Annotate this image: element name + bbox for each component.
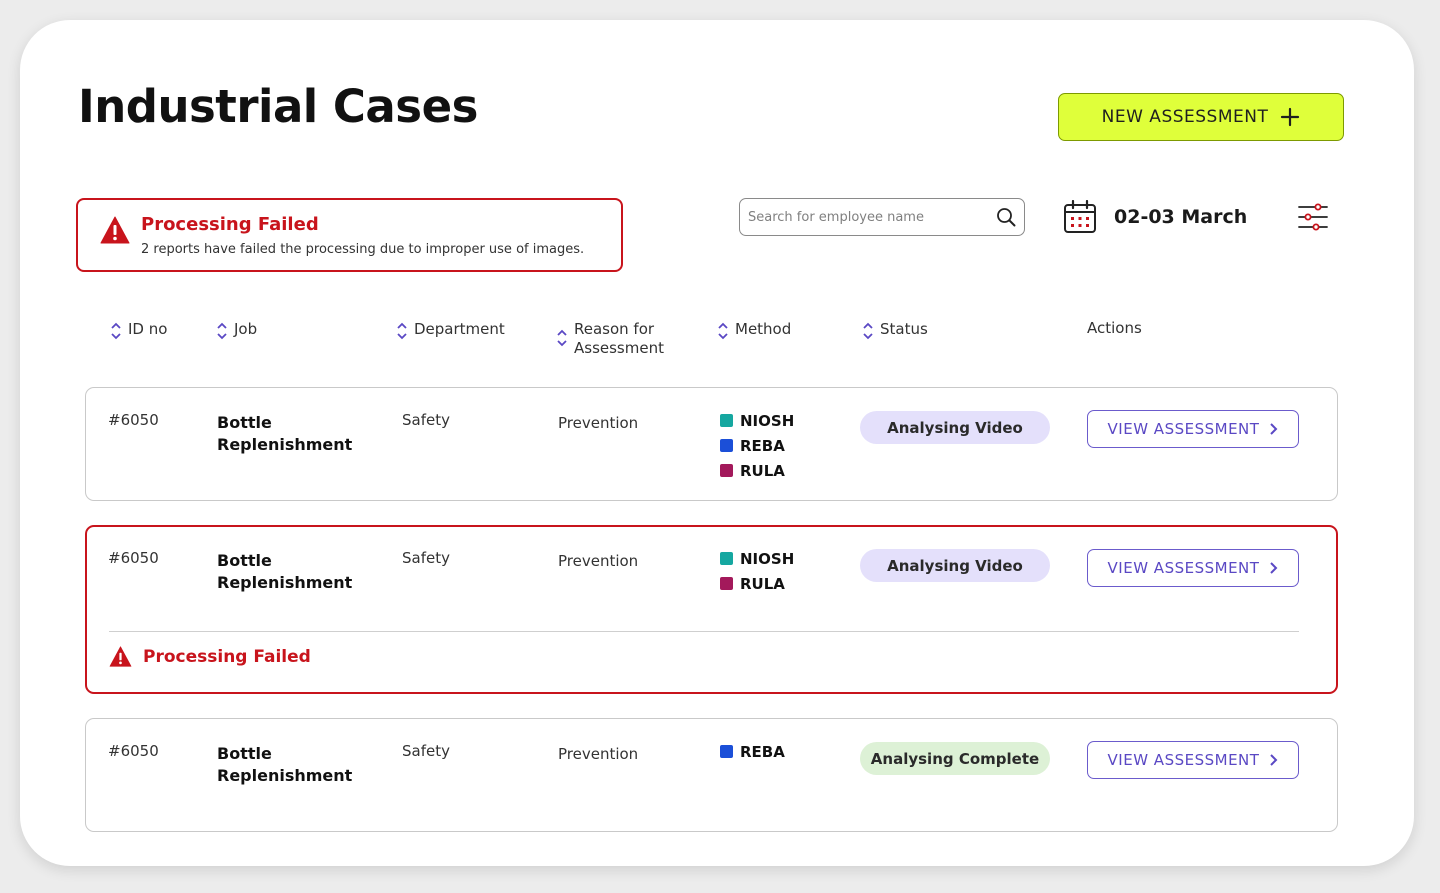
row-job-line1: Bottle xyxy=(217,551,272,570)
method-tag-reba: REBA xyxy=(720,739,785,764)
row-job-line2: Replenishment xyxy=(217,766,353,785)
method-tag-rula: RULA xyxy=(720,458,794,483)
new-assessment-button[interactable]: NEW ASSESSMENT xyxy=(1058,93,1344,141)
row-department: Safety xyxy=(402,742,450,760)
row-methods: NIOSH RULA xyxy=(720,546,794,596)
method-label: REBA xyxy=(740,436,785,455)
plus-icon xyxy=(1281,107,1300,127)
column-header-method-label: Method xyxy=(735,320,792,338)
method-label: NIOSH xyxy=(740,411,795,430)
column-header-status-label: Status xyxy=(880,320,928,338)
niosh-color-swatch xyxy=(720,552,733,565)
reba-color-swatch xyxy=(720,745,733,758)
view-assessment-button[interactable]: VIEW ASSESSMENT xyxy=(1087,741,1299,779)
search-box[interactable] xyxy=(739,198,1025,236)
sort-icon[interactable] xyxy=(556,329,568,347)
column-header-reason[interactable]: Reason for Assessment xyxy=(556,320,664,358)
rula-color-swatch xyxy=(720,464,733,477)
column-header-job[interactable]: Job xyxy=(216,320,257,340)
row-id: #6050 xyxy=(108,742,159,760)
processing-failed-alert: Processing Failed 2 reports have failed … xyxy=(76,198,623,272)
date-range-picker[interactable]: 02-03 March xyxy=(1063,200,1247,234)
niosh-color-swatch xyxy=(720,414,733,427)
column-header-id-label: ID no xyxy=(128,320,168,338)
column-header-job-label: Job xyxy=(234,320,258,338)
warning-icon xyxy=(109,646,132,667)
rula-color-swatch xyxy=(720,577,733,590)
table-row: #6050 Bottle Replenishment Safety Preven… xyxy=(85,387,1338,501)
method-tag-rula: RULA xyxy=(720,571,794,596)
date-range-text: 02-03 March xyxy=(1114,206,1248,228)
method-label: RULA xyxy=(740,574,785,593)
method-tag-niosh: NIOSH xyxy=(720,546,794,571)
view-assessment-label: VIEW ASSESSMENT xyxy=(1107,751,1260,769)
chevron-right-icon xyxy=(1270,754,1278,766)
table-row-failed: #6050 Bottle Replenishment Safety Preven… xyxy=(85,525,1338,694)
method-label: NIOSH xyxy=(740,549,795,568)
calendar-icon[interactable] xyxy=(1063,200,1097,234)
reba-color-swatch xyxy=(720,439,733,452)
chevron-right-icon xyxy=(1270,423,1278,435)
row-job: Bottle Replenishment xyxy=(217,743,352,787)
row-error-text: Processing Failed xyxy=(143,646,311,667)
method-tag-reba: REBA xyxy=(720,433,794,458)
sort-icon[interactable] xyxy=(216,322,228,340)
row-id: #6050 xyxy=(108,411,159,429)
status-badge: Analysing Complete xyxy=(860,742,1050,775)
method-label: REBA xyxy=(740,742,785,761)
alert-message: 2 reports have failed the processing due… xyxy=(141,242,585,257)
row-methods: NIOSH REBA RULA xyxy=(720,408,794,483)
view-assessment-button[interactable]: VIEW ASSESSMENT xyxy=(1087,410,1299,448)
row-error-message: Processing Failed xyxy=(109,646,311,667)
method-label: RULA xyxy=(740,461,785,480)
search-icon[interactable] xyxy=(996,207,1016,227)
row-job: Bottle Replenishment xyxy=(217,550,352,594)
view-assessment-label: VIEW ASSESSMENT xyxy=(1107,559,1260,577)
row-reason: Prevention xyxy=(558,552,639,570)
row-job-line1: Bottle xyxy=(217,413,272,432)
row-job: Bottle Replenishment xyxy=(217,412,352,456)
row-job-line2: Replenishment xyxy=(217,435,353,454)
view-assessment-button[interactable]: VIEW ASSESSMENT xyxy=(1087,549,1299,587)
row-department: Safety xyxy=(402,411,450,429)
column-header-method[interactable]: Method xyxy=(717,320,791,340)
column-header-department[interactable]: Department xyxy=(396,320,505,340)
search-input[interactable] xyxy=(748,209,996,225)
row-methods: REBA xyxy=(720,739,785,764)
column-header-status[interactable]: Status xyxy=(862,320,928,340)
row-job-line2: Replenishment xyxy=(217,573,353,592)
column-header-actions-label: Actions xyxy=(1087,319,1142,337)
sort-icon[interactable] xyxy=(396,322,408,340)
chevron-right-icon xyxy=(1270,562,1278,574)
column-header-actions: Actions xyxy=(1087,319,1142,338)
row-department: Safety xyxy=(402,549,450,567)
row-id: #6050 xyxy=(108,549,159,567)
method-tag-niosh: NIOSH xyxy=(720,408,794,433)
warning-icon xyxy=(100,216,130,244)
filter-sliders-icon[interactable] xyxy=(1297,203,1329,231)
new-assessment-label: NEW ASSESSMENT xyxy=(1101,107,1269,127)
column-header-id[interactable]: ID no xyxy=(110,320,167,340)
view-assessment-label: VIEW ASSESSMENT xyxy=(1107,420,1260,438)
sort-icon[interactable] xyxy=(717,322,729,340)
column-header-reason-line2: Assessment xyxy=(574,339,664,357)
status-badge: Analysing Video xyxy=(860,411,1050,444)
table-row: #6050 Bottle Replenishment Safety Preven… xyxy=(85,718,1338,832)
column-header-reason-line1: Reason for xyxy=(574,320,655,338)
alert-title: Processing Failed xyxy=(141,214,319,235)
sort-icon[interactable] xyxy=(862,322,874,340)
row-job-line1: Bottle xyxy=(217,744,272,763)
status-badge: Analysing Video xyxy=(860,549,1050,582)
sort-icon[interactable] xyxy=(110,322,122,340)
column-header-department-label: Department xyxy=(414,320,505,338)
page-title: Industrial Cases xyxy=(78,80,478,133)
row-reason: Prevention xyxy=(558,414,639,432)
row-reason: Prevention xyxy=(558,745,639,763)
row-divider xyxy=(109,631,1299,632)
